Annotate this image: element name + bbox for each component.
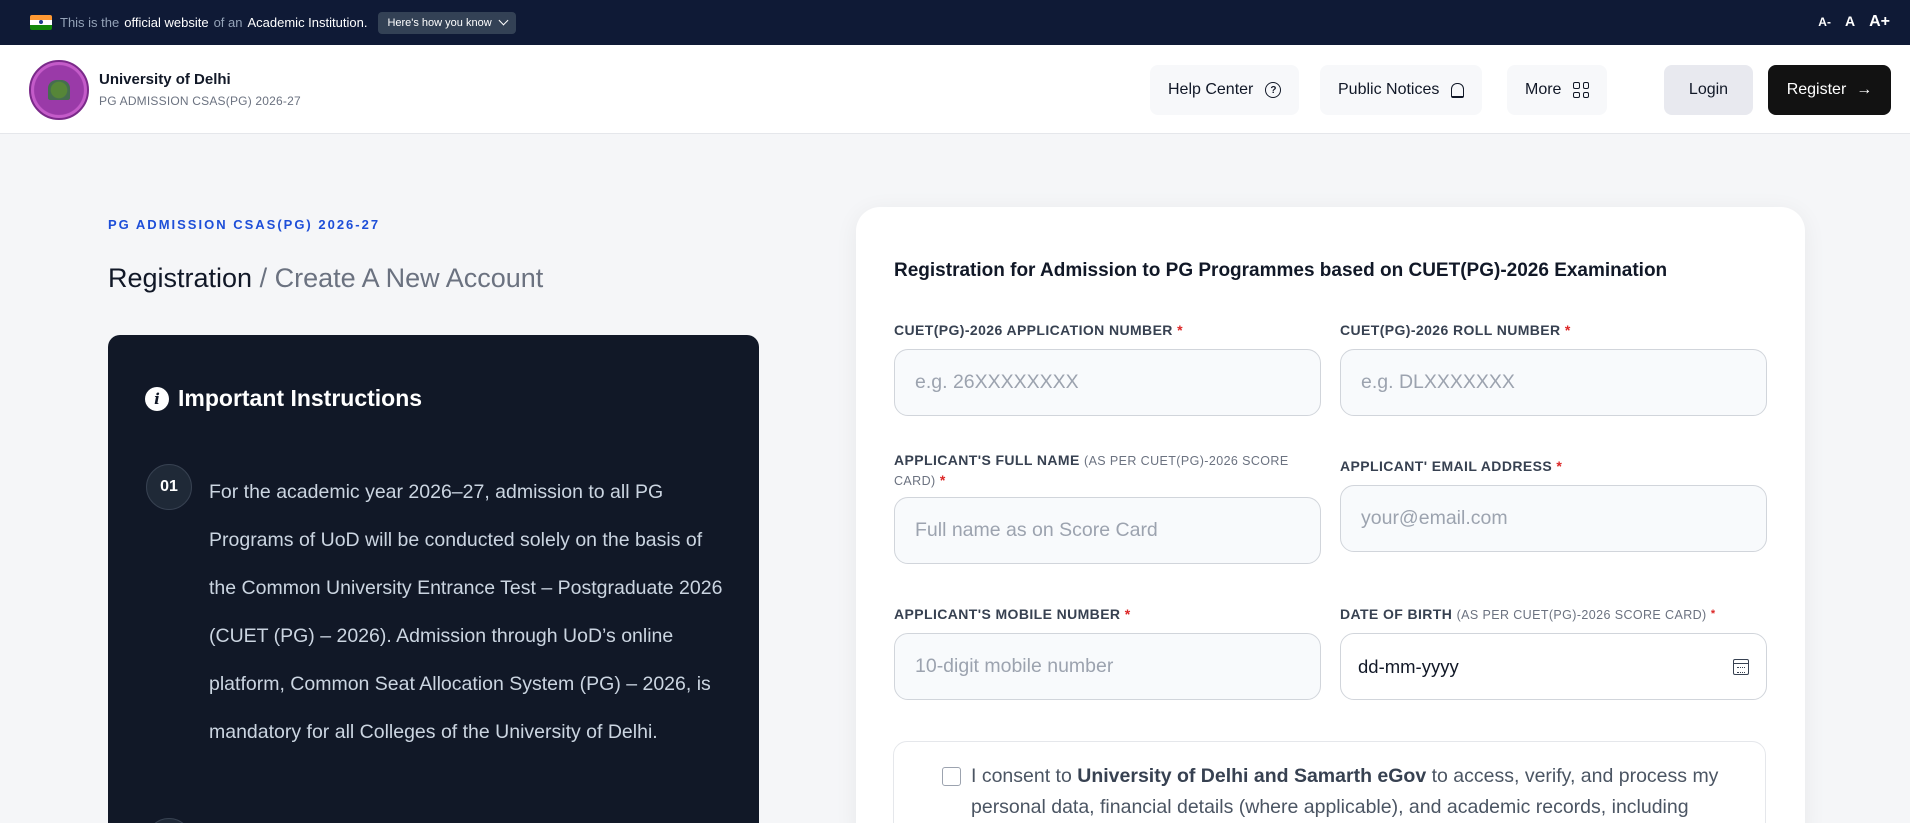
help-center-label: Help Center xyxy=(1168,81,1254,98)
consent-box: I consent to University of Delhi and Sam… xyxy=(893,741,1766,823)
step-number-next xyxy=(146,818,192,823)
app-number-input[interactable] xyxy=(894,349,1321,416)
mobile-label: APPLICANT'S MOBILE NUMBER * xyxy=(894,605,1131,624)
india-flag-icon xyxy=(30,15,52,30)
instructions-heading: i Important Instructions xyxy=(145,385,422,412)
required-mark: * xyxy=(939,472,946,488)
roll-number-label-text: CUET(PG)-2026 ROLL NUMBER xyxy=(1340,322,1561,338)
page-title-main: Registration xyxy=(108,263,253,293)
dob-input[interactable]: dd-mm-yyyy xyxy=(1340,633,1767,700)
consent-text: I consent to University of Delhi and Sam… xyxy=(971,761,1751,823)
university-logo[interactable] xyxy=(29,60,89,120)
how-you-know-button[interactable]: Here's how you know xyxy=(378,11,516,34)
help-center-button[interactable]: Help Center ? xyxy=(1150,65,1300,115)
more-label: More xyxy=(1525,81,1562,98)
email-label-text: APPLICANT' EMAIL ADDRESS xyxy=(1340,458,1553,474)
app-number-label-text: CUET(PG)-2026 APPLICATION NUMBER xyxy=(894,322,1173,338)
gov-bar: This is the official website of an Acade… xyxy=(0,0,1910,45)
full-name-label-text: APPLICANT'S FULL NAME xyxy=(894,452,1080,468)
more-menu-button[interactable]: More xyxy=(1507,65,1608,115)
dob-note: (AS PER CUET(PG)-2026 SCORE CARD) xyxy=(1456,608,1707,622)
info-icon: i xyxy=(145,386,169,411)
public-notices-label: Public Notices xyxy=(1338,81,1440,98)
gov-bar-prefix: This is the xyxy=(60,15,120,30)
full-name-input[interactable] xyxy=(894,497,1321,564)
step-number: 01 xyxy=(146,464,192,510)
public-notices-button[interactable]: Public Notices xyxy=(1320,65,1483,115)
instructions-title: Important Instructions xyxy=(178,385,423,411)
dob-label-text: DATE OF BIRTH xyxy=(1340,606,1453,622)
font-decrease-button[interactable]: A- xyxy=(1818,15,1831,29)
chevron-down-icon xyxy=(498,15,509,26)
register-label: Register xyxy=(1786,81,1847,98)
how-you-know-label: Here's how you know xyxy=(387,16,492,29)
dob-label: DATE OF BIRTH (AS PER CUET(PG)-2026 SCOR… xyxy=(1340,605,1716,625)
dob-value: dd-mm-yyyy xyxy=(1358,655,1459,677)
gov-bar-official: official website xyxy=(124,15,209,30)
site-header: University of Delhi PG ADMISSION CSAS(PG… xyxy=(0,45,1910,134)
registration-form-card: Registration for Admission to PG Program… xyxy=(856,207,1805,823)
page-title-sub: / Create A New Account xyxy=(259,263,544,293)
roll-number-label: CUET(PG)-2026 ROLL NUMBER * xyxy=(1340,321,1571,340)
calendar-icon[interactable] xyxy=(1733,658,1749,675)
mobile-label-text: APPLICANT'S MOBILE NUMBER xyxy=(894,606,1121,622)
brand-name: University of Delhi xyxy=(99,71,231,88)
form-title: Registration for Admission to PG Program… xyxy=(894,260,1668,281)
app-number-label: CUET(PG)-2026 APPLICATION NUMBER * xyxy=(894,321,1183,340)
required-mark: * xyxy=(1710,608,1716,620)
required-mark: * xyxy=(1177,322,1183,338)
login-button[interactable]: Login xyxy=(1664,65,1753,115)
grid-icon xyxy=(1573,82,1590,98)
gov-bar-of-an: of an xyxy=(213,15,243,30)
full-name-label: APPLICANT'S FULL NAME (AS PER CUET(PG)-2… xyxy=(894,451,1294,491)
font-increase-button[interactable]: A+ xyxy=(1869,13,1890,31)
consent-org: University of Delhi and Samarth eGov xyxy=(1077,765,1427,787)
required-mark: * xyxy=(1556,458,1563,474)
arrow-right-icon: → xyxy=(1856,81,1873,98)
brand-subtitle: PG ADMISSION CSAS(PG) 2026-27 xyxy=(99,94,301,108)
consent-prefix: I consent to xyxy=(971,765,1072,787)
roll-number-input[interactable] xyxy=(1340,349,1767,416)
register-button[interactable]: Register → xyxy=(1768,65,1891,115)
font-reset-button[interactable]: A xyxy=(1845,13,1855,29)
admission-eyebrow: PG ADMISSION CSAS(PG) 2026-27 xyxy=(108,217,381,232)
page-title: Registration / Create A New Account xyxy=(108,263,543,294)
bell-icon xyxy=(1451,82,1465,98)
question-circle-icon: ? xyxy=(1265,82,1282,98)
mobile-input[interactable] xyxy=(894,633,1321,700)
required-mark: * xyxy=(1564,322,1571,338)
gov-bar-institution: Academic Institution. xyxy=(247,15,368,30)
consent-checkbox[interactable] xyxy=(942,767,961,786)
instructions-card: i Important Instructions 01 For the acad… xyxy=(108,335,759,823)
email-input[interactable] xyxy=(1340,485,1767,552)
font-size-controls: A- A A+ xyxy=(1818,13,1890,31)
email-label: APPLICANT' EMAIL ADDRESS * xyxy=(1340,457,1562,476)
required-mark: * xyxy=(1124,606,1131,622)
step-text: For the academic year 2026–27, admission… xyxy=(209,481,723,743)
